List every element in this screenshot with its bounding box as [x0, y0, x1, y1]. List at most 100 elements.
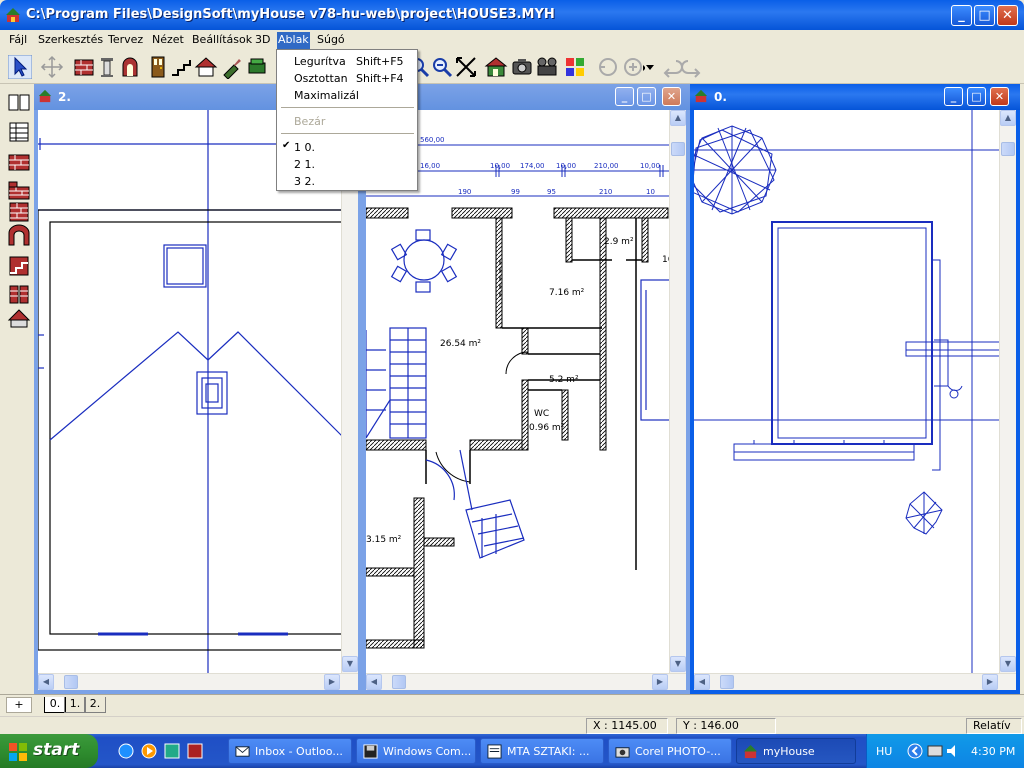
menu-item-cascade[interactable]: Legurítva Shift+F5 — [277, 52, 417, 69]
menu-item-window-2[interactable]: 3 2. — [277, 172, 417, 189]
forward-icon[interactable] — [680, 55, 704, 79]
horizontal-scrollbar[interactable]: ◀ ▶ — [38, 673, 358, 690]
window-1-close-button[interactable]: ✕ — [662, 87, 681, 106]
window-0-minimize-button[interactable]: _ — [944, 87, 963, 106]
table-icon[interactable] — [7, 120, 31, 144]
film-icon[interactable] — [535, 55, 559, 79]
taskbar-item-outlook[interactable]: Inbox - Outloo... — [228, 738, 352, 764]
scroll-thumb[interactable] — [64, 675, 78, 689]
scroll-up-button[interactable]: ▲ — [1000, 110, 1016, 126]
scroll-up-button[interactable]: ▲ — [670, 110, 686, 126]
vertical-scrollbar[interactable]: ▲ ▼ — [999, 110, 1016, 673]
brush-icon[interactable] — [220, 55, 244, 79]
browser-icon[interactable] — [164, 743, 180, 759]
furniture-icon[interactable] — [246, 55, 270, 79]
wall-icon[interactable] — [72, 55, 96, 79]
window-0-close-button[interactable]: ✕ — [990, 87, 1009, 106]
start-button[interactable]: start — [0, 734, 98, 768]
menu-help[interactable]: Súgó — [316, 32, 346, 49]
app-title-bar[interactable]: C:\Program Files\DesignSoft\myHouse v78-… — [0, 0, 1024, 30]
move-icon[interactable] — [40, 55, 64, 79]
redo-icon[interactable] — [621, 55, 645, 79]
menu-settings[interactable]: Beállítások — [191, 32, 253, 49]
scroll-thumb[interactable] — [671, 142, 685, 156]
scroll-thumb[interactable] — [1001, 142, 1015, 156]
scroll-thumb[interactable] — [392, 675, 406, 689]
window-1-minimize-button[interactable]: _ — [615, 87, 634, 106]
scroll-down-button[interactable]: ▼ — [670, 656, 686, 672]
taskbar-item-windows-commander[interactable]: Windows Com... — [356, 738, 476, 764]
menu-item-window-0[interactable]: ✔ 1 0. — [277, 138, 417, 155]
menu-view[interactable]: Nézet — [151, 32, 185, 49]
menu-item-tile[interactable]: Osztottan Shift+F4 — [277, 69, 417, 86]
select-arrow-icon[interactable] — [8, 55, 32, 79]
tab-floor-0[interactable]: 0. — [44, 697, 66, 713]
camera-icon[interactable] — [510, 55, 534, 79]
language-indicator[interactable]: HU — [876, 745, 892, 758]
horizontal-scrollbar[interactable]: ◀ ▶ — [694, 673, 1016, 690]
menu-window[interactable]: Ablak — [277, 32, 310, 49]
show-desktop-icon[interactable] — [118, 743, 134, 759]
menu-design[interactable]: Tervez — [107, 32, 144, 49]
clock[interactable]: 4:30 PM — [971, 745, 1015, 758]
palette-icon[interactable] — [563, 55, 587, 79]
disk-icon[interactable] — [187, 743, 203, 759]
window-0-title-bar[interactable]: 0. _ □ ✕ — [690, 84, 1020, 110]
scroll-right-button[interactable]: ▶ — [652, 674, 668, 690]
coordinate-mode[interactable]: Relatív — [966, 718, 1022, 734]
arch-door-icon[interactable] — [118, 55, 142, 79]
brick-stack-icon[interactable] — [7, 200, 31, 224]
floor-plan-canvas[interactable]: 560,00 16,00 10,00 174,00 10,00 210,00 1… — [366, 110, 686, 690]
scroll-thumb[interactable] — [720, 675, 734, 689]
vertical-scrollbar[interactable]: ▲ ▼ — [669, 110, 686, 673]
window-0[interactable]: 0. _ □ ✕ ▲ ▼ ◀ ▶ — [690, 84, 1020, 694]
tab-floor-1[interactable]: 1. — [64, 697, 86, 713]
menu-3d[interactable]: 3D — [254, 32, 271, 49]
stairs-icon[interactable] — [170, 55, 194, 79]
taskbar-item-corel[interactable]: Corel PHOTO-... — [608, 738, 732, 764]
close-button[interactable]: ✕ — [997, 5, 1018, 26]
taskbar-item-browser[interactable]: MTA SZTAKI: ... — [480, 738, 604, 764]
scroll-left-button[interactable]: ◀ — [694, 674, 710, 690]
scroll-left-button[interactable]: ◀ — [38, 674, 54, 690]
undo-icon[interactable] — [596, 55, 620, 79]
brick-pillar-icon[interactable] — [7, 282, 31, 306]
scroll-left-button[interactable]: ◀ — [366, 674, 382, 690]
chevron-down-icon[interactable] — [644, 55, 656, 79]
brick-arch-icon[interactable] — [7, 224, 31, 248]
menu-edit[interactable]: Szerkesztés — [37, 32, 104, 49]
chevron-left-icon[interactable] — [907, 743, 923, 759]
zoom-out-icon[interactable] — [430, 55, 454, 79]
book-icon[interactable] — [7, 90, 31, 114]
taskbar-item-myhouse[interactable]: myHouse — [736, 738, 856, 764]
scroll-right-button[interactable]: ▶ — [324, 674, 340, 690]
brick-wall-icon[interactable] — [7, 150, 31, 174]
vertical-scrollbar[interactable]: ▼ — [341, 110, 358, 673]
tab-floor-2[interactable]: 2. — [84, 697, 106, 713]
add-floor-button[interactable]: + — [6, 697, 32, 713]
window-0-maximize-button[interactable]: □ — [967, 87, 986, 106]
door-icon[interactable] — [146, 55, 170, 79]
speaker-icon[interactable] — [945, 743, 961, 759]
scroll-down-button[interactable]: ▼ — [1000, 656, 1016, 672]
house-3d-icon[interactable] — [484, 55, 508, 79]
roof-wall-icon[interactable] — [7, 306, 31, 330]
window-1-maximize-button[interactable]: □ — [637, 87, 656, 106]
column-icon[interactable] — [95, 55, 119, 79]
minimize-button[interactable]: _ — [951, 5, 972, 26]
menu-item-maximize[interactable]: Maximalizál — [277, 86, 417, 103]
scroll-right-button[interactable]: ▶ — [982, 674, 998, 690]
maximize-button[interactable]: □ — [974, 5, 995, 26]
site-plan-canvas[interactable]: ▲ ▼ ◀ ▶ — [694, 110, 1016, 690]
network-icon[interactable] — [927, 743, 943, 759]
roof-icon[interactable] — [194, 55, 218, 79]
menu-item-window-1[interactable]: 2 1. — [277, 155, 417, 172]
horizontal-scrollbar[interactable]: ◀ ▶ — [366, 673, 686, 690]
brick-corner-icon[interactable] — [7, 178, 31, 202]
scroll-down-button[interactable]: ▼ — [342, 656, 358, 672]
fit-icon[interactable] — [454, 55, 478, 79]
roof-plan-canvas[interactable]: ▼ ◀ ▶ — [38, 110, 358, 690]
stair-wall-icon[interactable] — [7, 254, 31, 278]
media-player-icon[interactable] — [141, 743, 157, 759]
menu-file[interactable]: Fájl — [8, 32, 28, 49]
